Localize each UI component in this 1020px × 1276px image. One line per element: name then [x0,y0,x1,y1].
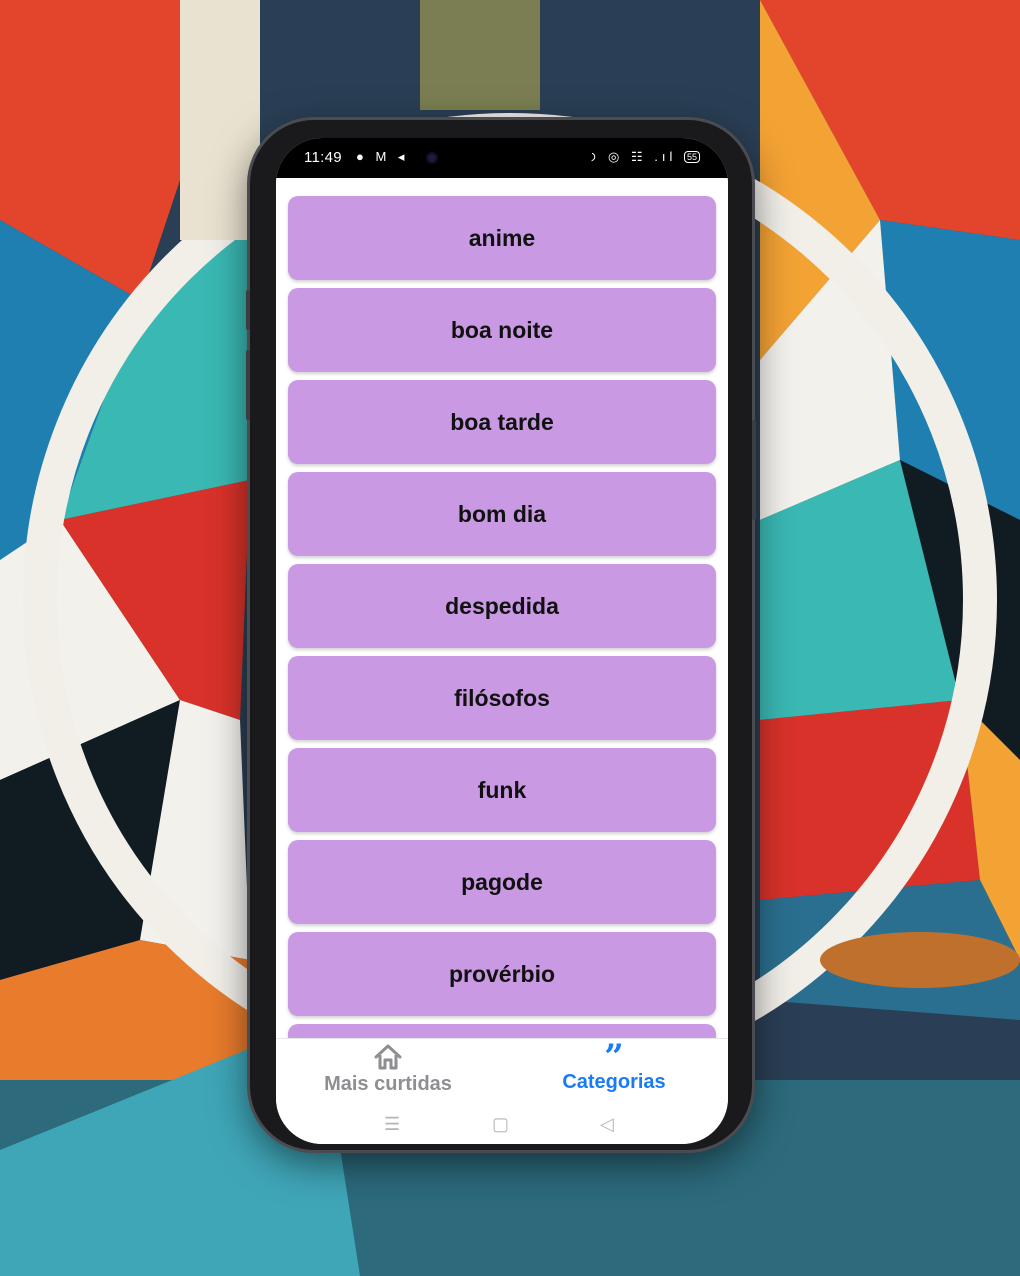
category-item-anime[interactable]: anime [288,196,716,280]
app-screen: 11:49 ● M ◂ ⊙ ◎ ☷ .ıl 55 anime boa noite… [276,138,728,1144]
category-item-proverbio[interactable]: provérbio [288,932,716,1016]
system-status-icons: ⊙ ◎ ☷ .ıl [585,149,677,164]
system-icons: ⊙ ◎ ☷ .ıl 55 [586,149,700,165]
volume-up-button [246,290,250,330]
camera-icon [426,152,438,164]
phone-frame: 11:49 ● M ◂ ⊙ ◎ ☷ .ıl 55 anime boa noite… [246,120,756,1150]
home-square-icon[interactable]: ▢ [492,1114,509,1135]
category-item-bom-dia[interactable]: bom dia [288,472,716,556]
category-item-filosofos[interactable]: filósofos [288,656,716,740]
bottom-tab-bar: Mais curtidas ” Categorias [276,1038,728,1109]
back-icon[interactable]: ◁ [600,1114,614,1135]
category-item-pagode[interactable]: pagode [288,840,716,924]
volume-down-button [246,350,250,420]
quote-icon: ” [604,1043,624,1069]
notification-icons: ● M ◂ [356,149,409,164]
tab-label-mais-curtidas: Mais curtidas [324,1073,452,1095]
tab-categorias[interactable]: ” Categorias [514,1043,714,1103]
battery-icon: 55 [683,151,700,163]
power-button [752,420,756,520]
menu-icon[interactable]: ☰ [384,1114,400,1135]
category-item-partial[interactable] [288,1024,716,1038]
status-time: 11:49 [304,149,342,166]
tab-mais-curtidas[interactable]: Mais curtidas [288,1043,488,1103]
home-icon [374,1044,402,1070]
system-nav-bar: ☰ ▢ ◁ [276,1108,728,1144]
category-item-despedida[interactable]: despedida [288,564,716,648]
category-item-boa-noite[interactable]: boa noite [288,288,716,372]
category-item-funk[interactable]: funk [288,748,716,832]
category-list[interactable]: anime boa noite boa tarde bom dia desped… [276,178,728,1038]
tab-label-categorias: Categorias [562,1071,666,1093]
category-item-boa-tarde[interactable]: boa tarde [288,380,716,464]
